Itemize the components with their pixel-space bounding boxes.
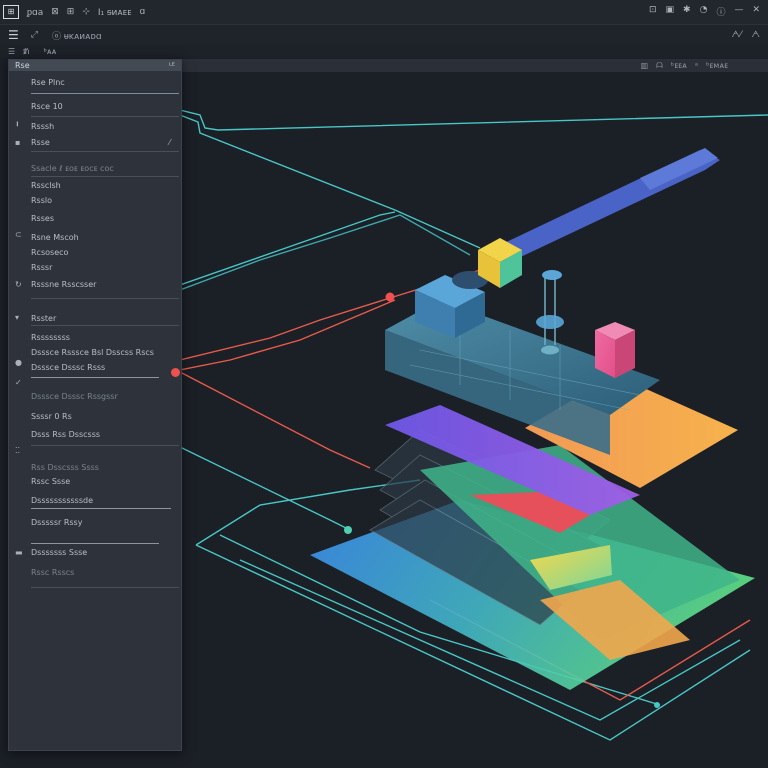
- prop-row-17[interactable]: Dsssce Dsssc Rssgssr: [31, 392, 118, 401]
- edit-icon[interactable]: ⁄: [169, 138, 170, 147]
- info-icon[interactable]: ⓘ: [716, 5, 725, 18]
- subhead-icon-1[interactable]: ▥: [641, 61, 649, 71]
- subhead-icon-3[interactable]: ᵃ: [695, 61, 698, 71]
- row-dot-icon: ▪: [15, 138, 21, 147]
- field-underline: [31, 543, 159, 544]
- row-arrow-icon: ╹: [15, 122, 20, 131]
- prop-row-7[interactable]: Rsslo: [31, 196, 52, 205]
- subhead-icon-2[interactable]: ᗩ: [656, 61, 663, 71]
- prop-row-25[interactable]: Rssc Rsscs: [31, 568, 74, 577]
- prop-row-13[interactable]: Rsster: [31, 314, 56, 323]
- window-icon-1[interactable]: ⊡: [649, 5, 657, 18]
- menu-icon[interactable]: ☰: [8, 28, 19, 42]
- prop-row-4[interactable]: Rsse: [31, 138, 50, 147]
- menu-item-4[interactable]: ⊹: [82, 7, 90, 17]
- properties-panel: Rse ᴸᴱ Rse Plnc Rsce 10 ╹ Rsssh ▪ Rsse ⁄…: [8, 59, 182, 751]
- prop-row-15[interactable]: Dsssce Rsssce Bsl Dsscss Rscs: [31, 348, 154, 357]
- divider: [31, 587, 179, 588]
- pin-mid: [536, 315, 564, 329]
- prop-row-21[interactable]: Rssc Ssse: [31, 477, 70, 486]
- prop-row-6[interactable]: Rssclsh: [31, 181, 61, 190]
- refresh-icon: ↻: [15, 280, 22, 289]
- prop-row-3[interactable]: Rsssh: [31, 122, 54, 131]
- divider: [31, 151, 179, 152]
- toolbar: ☰ ⤢ ⓞ ᵾᴋᴀᴎᴀᴅɑ ᗅ⁄ ᗅ: [0, 25, 768, 45]
- subhead-label-1[interactable]: ᵇᴇᴇᴀ: [671, 61, 687, 71]
- prop-row-20[interactable]: Rss Dsscsss Ssss: [31, 463, 99, 472]
- minimize-icon[interactable]: —: [734, 5, 743, 18]
- options-icon: ⁚⁚: [15, 446, 21, 455]
- prop-row-5[interactable]: Ssacle ℓ ᴇᴏᴇ ᴇᴏᴄᴇ ᴄᴏᴄ: [31, 164, 114, 173]
- prop-row-2[interactable]: Rsce 10: [31, 102, 63, 111]
- menu-item-6[interactable]: ɑ: [140, 7, 146, 17]
- connector-handle-green[interactable]: [344, 526, 352, 534]
- close-icon[interactable]: ✕: [752, 5, 760, 18]
- prop-row-18[interactable]: Ssssr 0 Rs: [31, 412, 72, 421]
- expand-icon[interactable]: ▾: [15, 313, 19, 322]
- panel-header: Rse ᴸᴱ: [9, 60, 181, 71]
- slider-track[interactable]: [31, 377, 159, 378]
- panel-resize-handle[interactable]: [171, 368, 180, 377]
- tab-row: ☰ ᵺ ᵇᴀᴀ: [0, 45, 768, 58]
- prop-row-11[interactable]: Rsssr: [31, 263, 52, 272]
- prop-row-23[interactable]: Dsssssr Rssy: [31, 518, 82, 527]
- divider: [31, 445, 179, 446]
- panel-header-value: ᴸᴱ: [169, 61, 175, 70]
- panel-title: Rse: [15, 61, 30, 70]
- toolbar-label: ⓞ ᵾᴋᴀᴎᴀᴅɑ: [51, 31, 102, 42]
- check-icon: ✓: [15, 378, 22, 387]
- settings-icon[interactable]: ✱: [683, 5, 691, 18]
- divider: [31, 176, 179, 177]
- transform-tool-icon[interactable]: ⤢: [31, 30, 38, 40]
- prop-row-10[interactable]: Rcsoseco: [31, 248, 68, 257]
- prop-row-1[interactable]: Rse Plnc: [31, 78, 65, 87]
- toolbar-action-2-icon[interactable]: ᗅ: [752, 30, 760, 40]
- link-icon: ⊂: [15, 230, 22, 239]
- prop-row-12[interactable]: Rsssne Rsscsser: [31, 280, 96, 289]
- menu-item-3[interactable]: ⊞: [67, 7, 75, 17]
- canvas[interactable]: [180, 72, 768, 768]
- divider: [31, 116, 179, 117]
- window-icon-2[interactable]: ▣: [666, 5, 675, 18]
- prop-row-8[interactable]: Rsses: [31, 214, 54, 223]
- theme-icon[interactable]: ◔: [700, 5, 708, 18]
- field-underline: [31, 508, 171, 509]
- canvas-subheader: ▥ ᗩ ᵇᴇᴇᴀ ᵃ ᵇᴇᴍᴀᴇ: [180, 59, 768, 72]
- connector-handle-top[interactable]: [385, 292, 395, 302]
- subhead-label-2[interactable]: ᵇᴇᴍᴀᴇ: [706, 61, 728, 71]
- prop-row-9[interactable]: Rsne Mscoh: [31, 233, 79, 242]
- color-swatch-icon: ●: [15, 358, 22, 367]
- pin-base: [541, 345, 559, 355]
- divider: [31, 298, 179, 299]
- prop-row-19[interactable]: Dsss Rss Dsscsss: [31, 430, 100, 439]
- connector-handle-bottom[interactable]: [654, 702, 660, 708]
- prop-row-14[interactable]: Rssssssss: [31, 333, 70, 342]
- menu-item-2[interactable]: ⊠: [51, 7, 59, 17]
- tab-label[interactable]: ᵇᴀᴀ: [43, 47, 56, 56]
- prop-row-22[interactable]: Dsssssssssssde: [31, 496, 93, 505]
- divider-accent: [31, 93, 179, 94]
- menubar: ⊞ ᵱɑa ⊠ ⊞ ⊹ Ⅰ₁ ᵴᴎᴀᴇᴇ ɑ ⊡ ▣ ✱ ◔ ⓘ — ✕: [0, 0, 768, 25]
- menu-item-1[interactable]: ᵱɑa: [27, 7, 43, 18]
- tab-tool-icon[interactable]: ᵺ: [23, 47, 29, 56]
- toolbar-action-1-icon[interactable]: ᗅ⁄: [732, 30, 742, 40]
- prop-row-16[interactable]: Dsssce Dsssc Rsss: [31, 363, 105, 372]
- tab-list-icon[interactable]: ☰: [8, 47, 15, 56]
- minus-icon: ▬: [15, 548, 23, 557]
- prop-row-24[interactable]: Dsssssss Ssse: [31, 548, 87, 557]
- app-logo: ⊞: [3, 5, 19, 19]
- menu-item-5[interactable]: Ⅰ₁ ᵴᴎᴀᴇᴇ: [98, 7, 132, 18]
- divider: [31, 325, 179, 326]
